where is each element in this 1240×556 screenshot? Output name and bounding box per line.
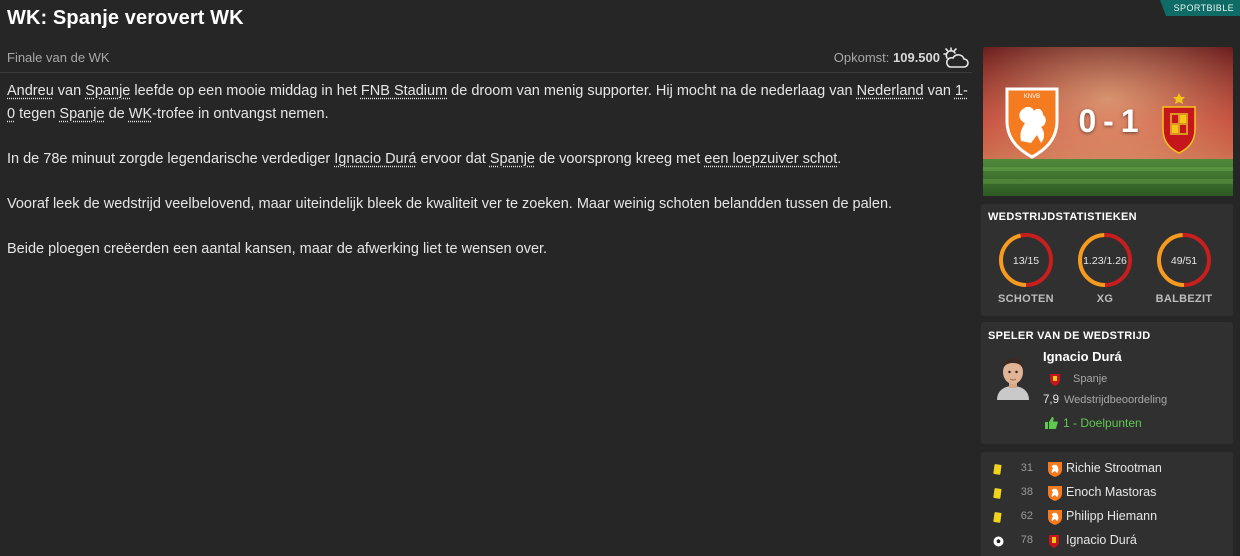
event-player-name[interactable]: Ignacio Durá	[1066, 533, 1137, 547]
article-link[interactable]: Spanje	[85, 83, 130, 99]
event-row[interactable]: 31 Richie Strootman	[981, 457, 1233, 481]
event-minute: 78	[1020, 534, 1033, 546]
player-avatar[interactable]	[993, 352, 1033, 400]
article-link[interactable]: FNB Stadium	[361, 83, 447, 99]
article-link[interactable]: een loepzuiver schot	[704, 151, 837, 167]
article-body: Andreu van Spanje leefde op een mooie mi…	[7, 80, 969, 283]
yellow-card-icon	[993, 464, 1002, 475]
stat-ring: 49/51	[1157, 233, 1211, 287]
yellow-card-icon	[993, 512, 1002, 523]
potm-player-name[interactable]: Ignacio Durá	[1043, 349, 1122, 364]
article-text: In de 78e minuut zorgde legendarische ve…	[7, 151, 335, 167]
potm-rating: 7,9	[1043, 394, 1059, 406]
player-of-the-match-panel[interactable]: SPELER VAN DE WEDSTRIJD Ignacio Durá Spa…	[981, 322, 1233, 444]
match-stats-panel: WEDSTRIJDSTATISTIEKEN 13/15 SCHOTEN 1.23/1…	[981, 204, 1233, 316]
stats-title: WEDSTRIJDSTATISTIEKEN	[988, 211, 1137, 223]
potm-rating-label: Wedstrijdbeoordeling	[1064, 394, 1168, 406]
weather-cloudy-icon	[943, 47, 969, 68]
stat-label: SCHOTEN	[998, 293, 1054, 305]
thumbs-up-icon	[1045, 417, 1058, 429]
stat-schoten: 13/15 SCHOTEN	[995, 231, 1057, 305]
stat-value: 1.23/1.26	[1083, 255, 1127, 267]
article-text: tegen	[15, 106, 60, 122]
attendance: Opkomst: 109.500	[834, 50, 940, 65]
article-text: de	[104, 106, 129, 122]
netherlands-crest-icon	[1048, 486, 1062, 501]
article-link[interactable]: Andreu	[7, 83, 54, 99]
article-paragraph: In de 78e minuut zorgde legendarische ve…	[7, 148, 969, 171]
event-row[interactable]: 62 Philipp Hiemann	[981, 505, 1233, 529]
netherlands-crest-icon	[1048, 462, 1062, 477]
article-title: WK: Spanje verovert WK	[7, 7, 244, 29]
yellow-card-icon	[993, 488, 1002, 499]
stat-label: BALBEZIT	[1155, 293, 1213, 305]
potm-team: Spanje	[1073, 373, 1108, 385]
football-icon	[993, 536, 1004, 547]
divider	[0, 72, 972, 73]
potm-rating-row: 7,9 Wedstrijdbeoordeling	[1043, 394, 1167, 406]
article-text: van	[53, 83, 86, 99]
article-link[interactable]: Nederland	[857, 83, 924, 99]
article-paragraph: Vooraf leek de wedstrijd veelbelovend, m…	[7, 193, 969, 216]
article-text: de droom van menig supporter. Hij mocht …	[447, 83, 857, 99]
event-row[interactable]: 38 Enoch Mastoras	[981, 481, 1233, 505]
event-player-name[interactable]: Enoch Mastoras	[1066, 485, 1156, 499]
article-link[interactable]: Spanje	[59, 106, 104, 122]
event-minute: 38	[1020, 486, 1033, 498]
article-paragraph: Beide ploegen creëerden een aantal kanse…	[7, 238, 969, 261]
spain-crest-icon	[1049, 535, 1059, 548]
event-minute: 31	[1020, 462, 1033, 474]
stat-balbezit: 49/51 BALBEZIT	[1153, 231, 1215, 305]
article-text: leefde op een mooie middag in het	[130, 83, 361, 99]
stat-label: XG	[1096, 293, 1114, 305]
stat-ring: 1.23/1.26	[1078, 233, 1132, 287]
stat-ring: 13/15	[999, 233, 1053, 287]
stat-value: 13/15	[1013, 255, 1039, 267]
svg-text:KNVB: KNVB	[1024, 94, 1040, 100]
match-score: 0 - 1	[1078, 103, 1138, 139]
match-subtitle: Finale van de WK	[7, 50, 110, 65]
match-score-card[interactable]: KNVB 0 - 1	[983, 47, 1233, 196]
event-player-name[interactable]: Richie Strootman	[1066, 461, 1162, 475]
netherlands-crest-icon: KNVB	[1005, 87, 1059, 159]
event-row[interactable]: 78 Ignacio Durá	[981, 529, 1233, 553]
article-meta: Finale van de WK Opkomst: 109.500	[0, 46, 972, 72]
potm-title: SPELER VAN DE WEDSTRIJD	[988, 330, 1151, 342]
potm-team-row: Spanje	[1043, 372, 1107, 386]
attendance-value: 109.500	[893, 50, 940, 65]
article-text: -trofee in ontvangst nemen.	[152, 106, 329, 122]
potm-goals-row: 1 - Doelpunten	[1045, 416, 1142, 430]
article-link[interactable]: Ignacio Durá	[334, 151, 416, 167]
attendance-label: Opkomst:	[833, 50, 890, 65]
article-text: Beide ploegen creëerden een aantal kanse…	[7, 241, 548, 257]
event-player-name[interactable]: Philipp Hiemann	[1066, 509, 1157, 523]
article-text: ervoor dat	[416, 151, 490, 167]
match-events-panel: 31 Richie Strootman 38 Enoch Mastoras 62 Phil…	[981, 452, 1233, 556]
event-minute: 62	[1020, 510, 1033, 522]
article-text: de voorsprong kreeg met	[535, 151, 705, 167]
spain-crest-icon	[1162, 93, 1196, 154]
stat-value: 49/51	[1171, 255, 1197, 267]
article-text: van	[923, 83, 955, 99]
spain-crest-icon	[1050, 374, 1060, 386]
source-tag: SPORTBIBLE	[1160, 0, 1240, 16]
stat-xg: 1.23/1.26 XG	[1074, 231, 1136, 305]
article-paragraph: Andreu van Spanje leefde op een mooie mi…	[7, 80, 969, 126]
article-link[interactable]: Spanje	[490, 151, 535, 167]
netherlands-crest-icon	[1048, 510, 1062, 525]
article-text: Vooraf leek de wedstrijd veelbelovend, m…	[7, 196, 893, 212]
article-text: .	[837, 151, 842, 167]
article-link[interactable]: WK	[129, 106, 152, 122]
potm-goals: 1 - Doelpunten	[1063, 416, 1142, 430]
